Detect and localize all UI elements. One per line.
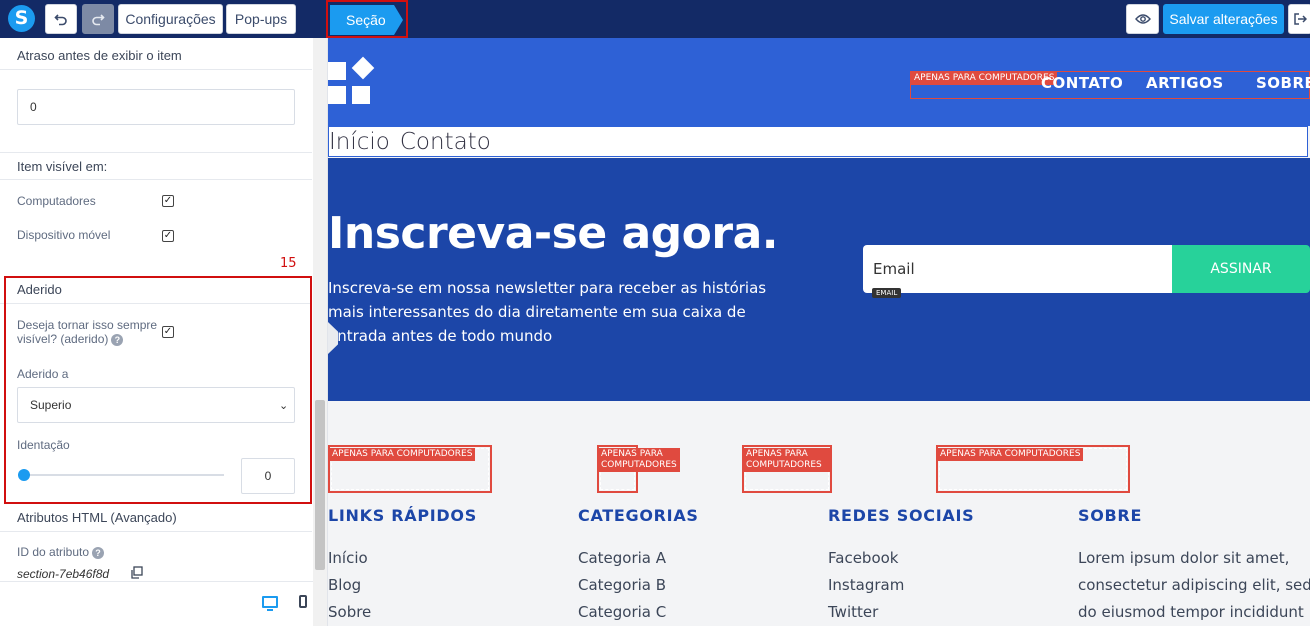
attribute-id-label-text: ID do atributo (17, 545, 90, 559)
mobile-nav-contato[interactable]: Contato (400, 129, 491, 155)
newsletter-section: Inscreva-se agora. Inscreva-se em nossa … (328, 158, 1310, 401)
app-logo: S (8, 5, 35, 32)
copy-icon[interactable] (130, 566, 143, 579)
section-tab-highlight: Seção (326, 0, 408, 38)
attribute-id-label: ID do atributo? (17, 545, 105, 559)
visibility-desktop-label: Computadores (17, 194, 96, 208)
visibility-mobile-label: Dispositivo móvel (17, 228, 111, 242)
site-preview: APENAS PARA COMPUTADORES CONTATO ARTIGOS… (328, 38, 1310, 626)
footer-col-title: LINKS RÁPIDOS (328, 506, 477, 525)
nav-link-artigos[interactable]: ARTIGOS (1146, 74, 1224, 92)
breadcrumb-section[interactable]: Seção (330, 5, 403, 35)
html-attributes-header: Atributos HTML (Avançado) (0, 504, 312, 532)
undo-icon (54, 14, 67, 26)
panel-scrollbar-thumb[interactable] (315, 400, 325, 570)
desktop-only-tag: APENAS PARA COMPUTADORES (598, 448, 680, 472)
email-input[interactable]: Email (863, 245, 1173, 293)
subscribe-button[interactable]: ASSINAR (1172, 245, 1310, 293)
settings-button[interactable]: Configurações (118, 4, 223, 34)
sticky-highlight-box (4, 276, 312, 504)
footer-link[interactable]: Categoria B (578, 576, 666, 594)
mobile-nav-inicio[interactable]: Início (329, 129, 390, 155)
annotation-number: 15 (280, 256, 297, 271)
footer-link[interactable]: Instagram (828, 576, 904, 594)
footer-about-text: do eiusmod tempor incididunt (1078, 603, 1304, 621)
footer-col-title: REDES SOCIAIS (828, 506, 975, 525)
help-icon[interactable]: ? (92, 546, 105, 559)
redo-icon (92, 14, 105, 26)
site-footer: APENAS PARA COMPUTADORES APENAS PARA COM… (328, 401, 1310, 626)
visibility-desktop-checkbox[interactable]: ✓ (162, 195, 174, 207)
site-header: APENAS PARA COMPUTADORES CONTATO ARTIGOS… (328, 38, 1310, 126)
footer-link[interactable]: Twitter (828, 603, 878, 621)
nav-link-sobre[interactable]: SOBRE (1256, 74, 1310, 92)
attribute-id-value: section-7eb46f8d (17, 567, 110, 581)
desktop-only-tag: APENAS PARA COMPUTADORES (937, 448, 1084, 461)
email-field-tag: EMAIL (872, 288, 902, 298)
undo-button[interactable] (45, 4, 77, 34)
delay-input[interactable]: 0 (17, 89, 295, 125)
desktop-only-tag: APENAS PARA COMPUTADORES (743, 448, 831, 472)
newsletter-title: Inscreva-se agora. (328, 208, 779, 259)
popups-button[interactable]: Pop-ups (226, 4, 296, 34)
desktop-only-tag: APENAS PARA COMPUTADORES (329, 448, 476, 461)
desktop-only-tag: APENAS PARA COMPUTADORES (911, 72, 1058, 85)
mobile-nav: Início Contato (328, 126, 1308, 157)
eye-icon (1134, 14, 1151, 24)
footer-link[interactable]: Facebook (828, 549, 898, 567)
site-logo-icon (328, 56, 375, 106)
footer-link[interactable]: Blog (328, 576, 361, 594)
settings-panel: Atraso antes de exibir o item 0 Item vis… (0, 38, 328, 626)
mobile-icon[interactable] (299, 595, 307, 608)
visibility-section-header: Item visível em: (0, 152, 312, 180)
exit-button[interactable] (1288, 4, 1310, 34)
footer-link[interactable]: Categoria C (578, 603, 666, 621)
footer-col-title: CATEGORIAS (578, 506, 699, 525)
redo-button[interactable] (82, 4, 114, 34)
save-changes-button[interactable]: Salvar alterações (1163, 4, 1284, 34)
footer-link[interactable]: Categoria A (578, 549, 666, 567)
preview-button[interactable] (1126, 4, 1159, 34)
footer-about-text: Lorem ipsum dolor sit amet, (1078, 549, 1290, 567)
footer-about-text: consectetur adipiscing elit, sed (1078, 576, 1310, 594)
exit-icon (1294, 13, 1307, 25)
footer-link[interactable]: Sobre (328, 603, 371, 621)
top-toolbar: S Configurações Pop-ups Seção Salvar alt… (0, 0, 1310, 38)
newsletter-text: Inscreva-se em nossa newsletter para rec… (328, 279, 767, 345)
footer-col-title: SOBRE (1078, 506, 1143, 525)
breadcrumb-section-label: Seção (346, 12, 386, 28)
nav-link-contato[interactable]: CONTATO (1041, 74, 1123, 92)
visibility-mobile-checkbox[interactable]: ✓ (162, 230, 174, 242)
footer-link[interactable]: Início (328, 549, 368, 567)
delay-section-header: Atraso antes de exibir o item (0, 42, 312, 70)
desktop-icon[interactable] (262, 596, 278, 611)
